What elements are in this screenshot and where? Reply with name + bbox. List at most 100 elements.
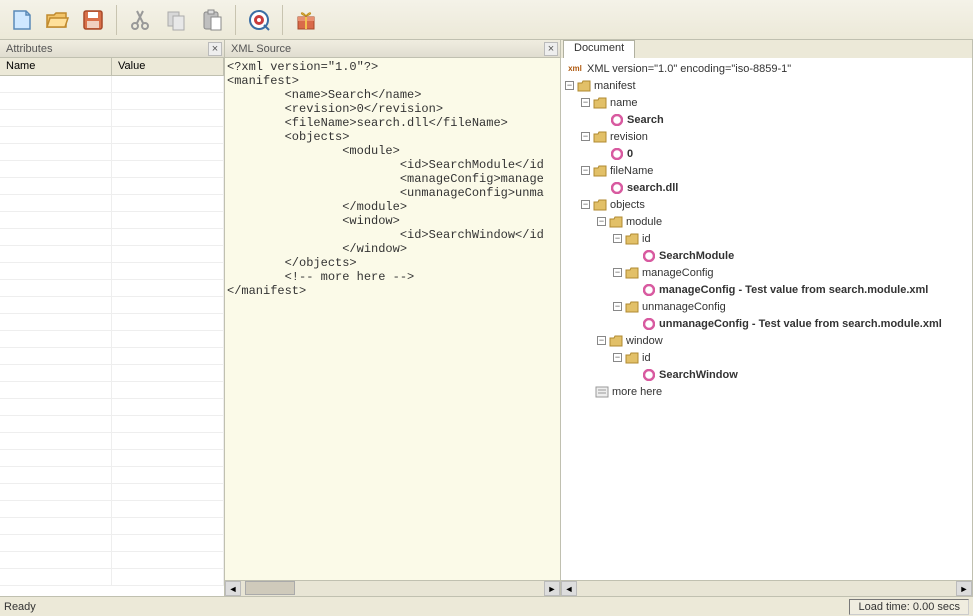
table-row[interactable] <box>0 331 224 348</box>
tree-node-manifest[interactable]: − manifest <box>561 77 972 94</box>
tree-node-filename[interactable]: − fileName <box>561 162 972 179</box>
tree-leaf-revision-value[interactable]: 0 <box>561 145 972 162</box>
table-row[interactable] <box>0 161 224 178</box>
attributes-panel: Attributes × Name Value <box>0 40 225 596</box>
tree-leaf-manageconfig-value[interactable]: manageConfig - Test value from search.mo… <box>561 281 972 298</box>
attributes-rows <box>0 76 224 586</box>
gift-button[interactable] <box>289 3 323 37</box>
collapse-icon[interactable]: − <box>613 353 622 362</box>
collapse-icon[interactable]: − <box>581 98 590 107</box>
table-row[interactable] <box>0 501 224 518</box>
toolbar-separator <box>282 5 283 35</box>
scroll-thumb[interactable] <box>245 581 295 595</box>
tree-node-objects[interactable]: − objects <box>561 196 972 213</box>
collapse-icon[interactable]: − <box>581 200 590 209</box>
collapse-icon[interactable]: − <box>613 234 622 243</box>
xml-source-panel: XML Source × <?xml version="1.0"?> <mani… <box>225 40 561 596</box>
tree-node-window[interactable]: − window <box>561 332 972 349</box>
table-row[interactable] <box>0 263 224 280</box>
table-row[interactable] <box>0 297 224 314</box>
new-button[interactable] <box>4 3 38 37</box>
table-row[interactable] <box>0 399 224 416</box>
table-row[interactable] <box>0 365 224 382</box>
table-row[interactable] <box>0 450 224 467</box>
close-icon[interactable]: × <box>208 42 222 56</box>
tree-xml-decl[interactable]: xml XML version="1.0" encoding="iso-8859… <box>561 60 972 77</box>
tree-leaf-window-id-value[interactable]: SearchWindow <box>561 366 972 383</box>
table-row[interactable] <box>0 569 224 586</box>
collapse-icon[interactable]: − <box>597 217 606 226</box>
collapse-icon[interactable]: − <box>565 81 574 90</box>
table-row[interactable] <box>0 314 224 331</box>
collapse-icon[interactable]: − <box>613 302 622 311</box>
table-row[interactable] <box>0 195 224 212</box>
tree-leaf-filename-value[interactable]: search.dll <box>561 179 972 196</box>
scroll-right-icon[interactable]: ► <box>956 581 972 596</box>
table-row[interactable] <box>0 535 224 552</box>
tree-node-revision[interactable]: − revision <box>561 128 972 145</box>
leaf-icon <box>643 318 655 330</box>
document-panel: Document xml XML version="1.0" encoding=… <box>561 40 973 596</box>
table-row[interactable] <box>0 93 224 110</box>
tree-node-manageconfig[interactable]: − manageConfig <box>561 264 972 281</box>
leaf-icon <box>643 369 655 381</box>
table-row[interactable] <box>0 76 224 93</box>
open-button[interactable] <box>40 3 74 37</box>
table-row[interactable] <box>0 467 224 484</box>
paste-button[interactable] <box>195 3 229 37</box>
tab-document[interactable]: Document <box>563 40 635 58</box>
tree-node-module[interactable]: − module <box>561 213 972 230</box>
toolbar <box>0 0 973 40</box>
scroll-right-icon[interactable]: ► <box>544 581 560 596</box>
close-icon[interactable]: × <box>544 42 558 56</box>
folder-icon <box>593 199 607 211</box>
table-row[interactable] <box>0 212 224 229</box>
tree-leaf-module-id-value[interactable]: SearchModule <box>561 247 972 264</box>
attributes-col-value[interactable]: Value <box>112 58 224 75</box>
document-tree[interactable]: xml XML version="1.0" encoding="iso-8859… <box>561 58 972 580</box>
tree-leaf-name-value[interactable]: Search <box>561 111 972 128</box>
table-row[interactable] <box>0 518 224 535</box>
tree-node-module-id[interactable]: − id <box>561 230 972 247</box>
table-row[interactable] <box>0 416 224 433</box>
tree-node-unmanageconfig[interactable]: − unmanageConfig <box>561 298 972 315</box>
table-row[interactable] <box>0 229 224 246</box>
scroll-track[interactable] <box>241 581 544 596</box>
table-row[interactable] <box>0 382 224 399</box>
scroll-track[interactable] <box>577 581 956 596</box>
tree-node-window-id[interactable]: − id <box>561 349 972 366</box>
scroll-left-icon[interactable]: ◄ <box>225 581 241 596</box>
tree-leaf-unmanageconfig-value[interactable]: unmanageConfig - Test value from search.… <box>561 315 972 332</box>
table-row[interactable] <box>0 348 224 365</box>
leaf-icon <box>611 182 623 194</box>
copy-button[interactable] <box>159 3 193 37</box>
table-row[interactable] <box>0 144 224 161</box>
table-row[interactable] <box>0 280 224 297</box>
horizontal-scrollbar[interactable]: ◄ ► <box>561 580 972 596</box>
xml-source-panel-header: XML Source × <box>225 40 560 58</box>
table-row[interactable] <box>0 484 224 501</box>
xml-source-text[interactable]: <?xml version="1.0"?> <manifest> <name>S… <box>225 58 560 580</box>
attributes-col-name[interactable]: Name <box>0 58 112 75</box>
target-button[interactable] <box>242 3 276 37</box>
collapse-icon[interactable]: − <box>613 268 622 277</box>
horizontal-scrollbar[interactable]: ◄ ► <box>225 580 560 596</box>
table-row[interactable] <box>0 110 224 127</box>
scroll-left-icon[interactable]: ◄ <box>561 581 577 596</box>
table-row[interactable] <box>0 178 224 195</box>
collapse-icon[interactable]: − <box>581 166 590 175</box>
table-row[interactable] <box>0 552 224 569</box>
collapse-icon[interactable]: − <box>581 132 590 141</box>
collapse-icon[interactable]: − <box>597 336 606 345</box>
save-button[interactable] <box>76 3 110 37</box>
cut-button[interactable] <box>123 3 157 37</box>
tree-node-comment[interactable]: more here <box>561 383 972 400</box>
leaf-icon <box>643 250 655 262</box>
document-tab-row: Document <box>561 40 972 58</box>
attributes-panel-title: Attributes <box>6 43 52 55</box>
table-row[interactable] <box>0 127 224 144</box>
table-row[interactable] <box>0 246 224 263</box>
xml-icon: xml <box>565 63 585 75</box>
tree-node-name[interactable]: − name <box>561 94 972 111</box>
table-row[interactable] <box>0 433 224 450</box>
